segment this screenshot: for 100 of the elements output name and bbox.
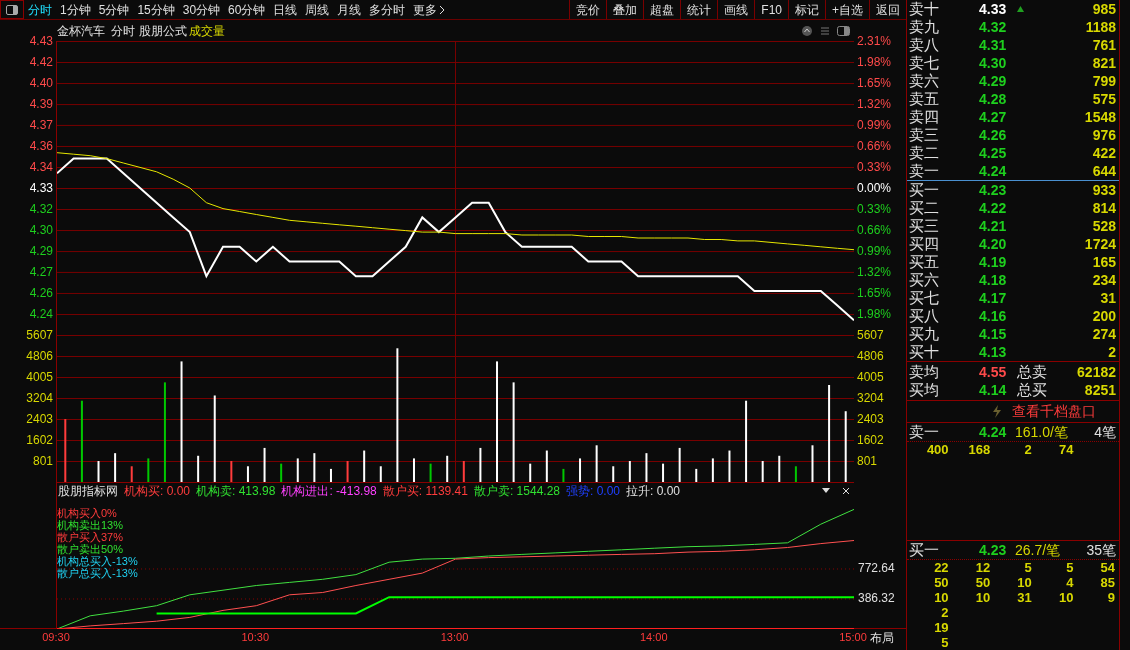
period-tab[interactable]: 1分钟 xyxy=(60,0,91,19)
volume-bar xyxy=(296,458,299,482)
toolbar-button[interactable]: 统计 xyxy=(680,0,718,19)
level-volume: 575 xyxy=(1091,89,1116,109)
axis-label: 4.36 xyxy=(29,139,53,153)
toolbar-button[interactable]: 超盘 xyxy=(643,0,681,19)
level-volume: 528 xyxy=(1091,216,1116,236)
level-price: 4.17 xyxy=(979,288,1008,308)
volume-bar xyxy=(628,461,631,482)
queue-order: 10 xyxy=(1057,590,1074,605)
axis-label: 4.29 xyxy=(29,244,53,258)
period-tab[interactable]: 日线 xyxy=(273,0,298,19)
level-price: 4.29 xyxy=(979,71,1008,91)
queue-order: 85 xyxy=(1099,575,1115,590)
level-label: 卖一 xyxy=(909,162,940,180)
toolbar-button[interactable]: +自选 xyxy=(825,0,869,19)
axis-label: 4.42 xyxy=(29,55,53,69)
volume-bar xyxy=(429,463,432,482)
volume-bar xyxy=(479,447,482,482)
level-price: 4.25 xyxy=(979,143,1008,163)
axis-label: 0.66% xyxy=(857,223,892,237)
volume-bar xyxy=(662,463,665,482)
panel-toggle-icon[interactable] xyxy=(837,24,850,37)
level-label: 卖八 xyxy=(909,36,940,54)
volume-bar xyxy=(794,466,797,482)
axis-label: 5607 xyxy=(857,328,884,342)
volume-bar xyxy=(346,461,349,482)
queue-order: 22 xyxy=(933,560,949,575)
indicator-readout: 机构进出: -413.98 xyxy=(281,483,377,500)
volume-bar xyxy=(379,466,382,482)
level-price: 4.32 xyxy=(979,17,1008,37)
queue-order: 168 xyxy=(967,442,991,457)
level-volume: 1188 xyxy=(1084,17,1116,37)
queue-order: 4 xyxy=(1065,575,1074,590)
axis-label: 1602 xyxy=(857,433,884,447)
depth-button[interactable]: 查看千档盘口 xyxy=(907,401,1119,423)
level-price: 4.28 xyxy=(979,89,1008,109)
period-tab[interactable]: 5分钟 xyxy=(98,0,130,19)
volume-bar xyxy=(778,455,781,482)
period-tab[interactable]: 15分钟 xyxy=(137,0,175,19)
level-label: 卖十 xyxy=(909,0,940,18)
period-tab[interactable]: 更多 xyxy=(413,0,446,19)
level-label: 买一 xyxy=(909,181,940,199)
time-label: 15:00 xyxy=(839,630,867,644)
toolbar-button[interactable]: 标记 xyxy=(788,0,825,19)
toolbar-button[interactable]: 竞价 xyxy=(569,0,607,19)
formula-label: 股朋公式 xyxy=(139,22,187,40)
volume-bar xyxy=(728,450,731,482)
indicator-readout: 散户买: 1139.41 xyxy=(382,483,468,500)
legend-label: 散户卖出50% xyxy=(57,543,125,555)
volume-bar xyxy=(97,461,100,482)
time-label: 14:00 xyxy=(640,630,668,644)
volume-bar xyxy=(147,458,150,482)
queue-order: 19 xyxy=(933,620,949,635)
level-label: 买五 xyxy=(909,253,940,271)
queue-count: 35笔 xyxy=(1085,540,1116,560)
level-price: 4.23 xyxy=(979,180,1008,200)
toolbar-button[interactable]: F10 xyxy=(754,0,788,19)
volume-bar xyxy=(446,455,449,482)
period-tab[interactable]: 30分钟 xyxy=(182,0,221,19)
level-price: 4.20 xyxy=(979,234,1008,254)
period-tab[interactable]: 月线 xyxy=(337,0,362,19)
level-label: 卖四 xyxy=(909,108,940,126)
layout-button[interactable]: 布局 xyxy=(870,630,894,645)
level-volume: 234 xyxy=(1091,270,1116,290)
volume-bar xyxy=(811,445,814,482)
period-tab[interactable]: 60分钟 xyxy=(228,0,266,19)
volume-bar xyxy=(280,463,283,482)
period-tab[interactable]: 分时 xyxy=(28,0,52,19)
period-tab[interactable]: 多分时 xyxy=(369,0,406,19)
volume-bar xyxy=(64,419,67,482)
queue-order: 5 xyxy=(1065,560,1074,575)
volume-bar xyxy=(329,468,332,482)
axis-label: 0.66% xyxy=(857,139,892,153)
period-tab[interactable]: 周线 xyxy=(305,0,330,19)
volume-bar xyxy=(130,466,133,482)
level-volume: 799 xyxy=(1091,71,1116,91)
queue-order: 400 xyxy=(925,442,949,457)
level-price: 4.21 xyxy=(979,216,1008,236)
queue-order: 50 xyxy=(933,575,949,590)
level-volume: 976 xyxy=(1091,125,1116,145)
panel-toggle-icon[interactable] xyxy=(0,0,24,19)
time-label: 09:30 xyxy=(42,630,70,644)
toolbar-button[interactable]: 返回 xyxy=(869,0,906,19)
summary-price: 4.14 xyxy=(979,380,1008,400)
level-label: 买三 xyxy=(909,217,940,235)
indicator-label: 成交量 xyxy=(189,22,225,40)
level-label: 买六 xyxy=(909,271,940,289)
toolbar-button[interactable]: 叠加 xyxy=(606,0,644,19)
level-price: 4.33 xyxy=(979,0,1008,19)
queue-price: 4.23 xyxy=(979,540,1008,560)
close-icon[interactable] xyxy=(842,487,850,495)
queue-average: 161.0/笔 xyxy=(1015,422,1068,442)
queue-order: 2 xyxy=(940,605,949,620)
queue-count: 4笔 xyxy=(1093,422,1116,442)
up-circle-icon[interactable] xyxy=(801,24,813,37)
volume-bar xyxy=(246,466,249,482)
dropdown-icon[interactable] xyxy=(822,488,830,494)
toolbar-button[interactable]: 画线 xyxy=(717,0,755,19)
axis-label: 772.64 xyxy=(858,561,895,575)
